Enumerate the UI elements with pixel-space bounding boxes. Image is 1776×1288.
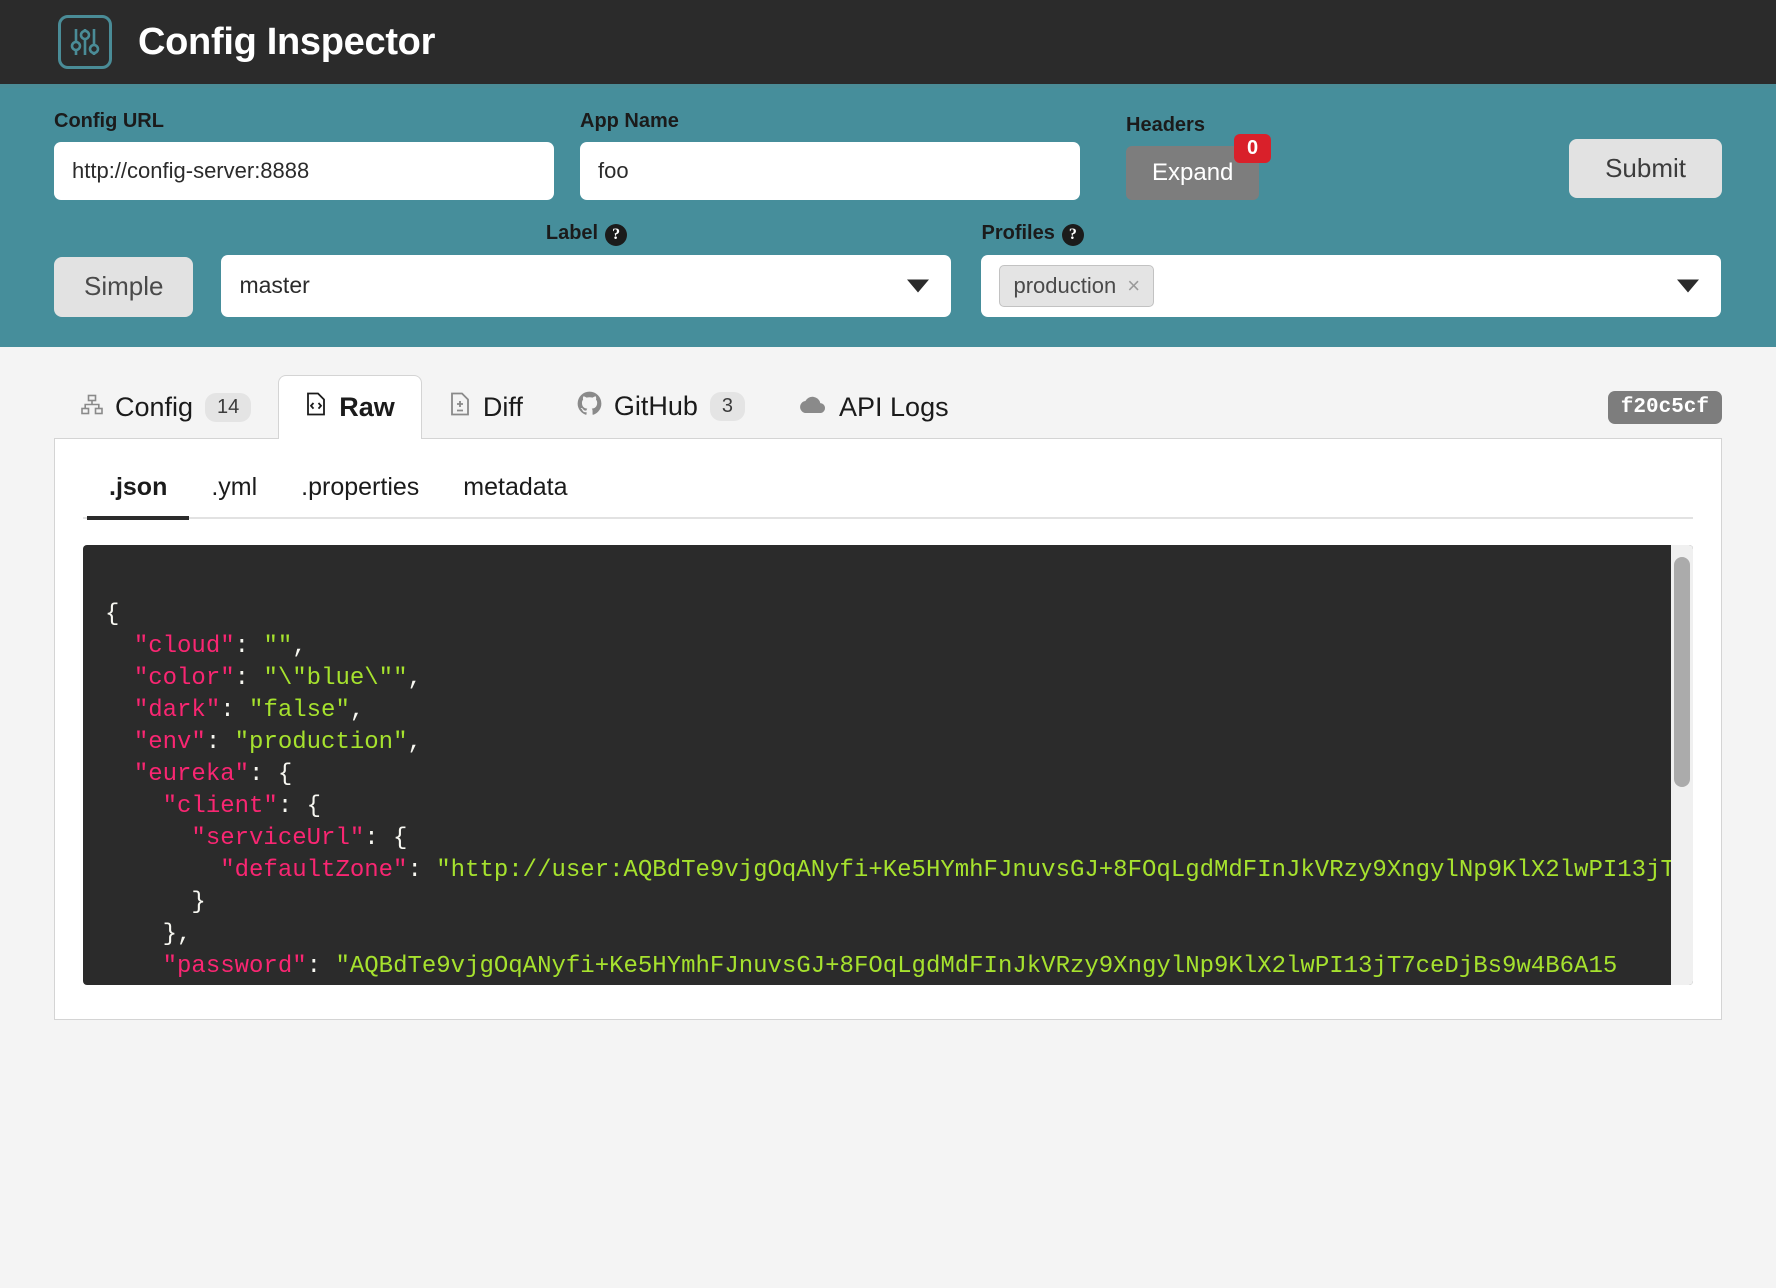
tab-config-label: Config [115,392,193,423]
form-row-primary: Config URL App Name Headers 0 Expand Sub… [0,110,1776,200]
code-viewer: { "cloud": "", "color": "\"blue\"", "dar… [83,545,1693,985]
subtab-metadata[interactable]: metadata [441,465,589,520]
app-name-label: App Name [580,110,1080,133]
config-url-input[interactable] [54,142,554,200]
github-icon [577,391,602,423]
label-help-icon[interactable]: ? [605,224,627,246]
tab-github[interactable]: GitHub 3 [550,374,772,439]
label-group: Label? master [221,222,951,317]
sliders-icon [58,15,112,69]
profile-tag[interactable]: production × [999,265,1154,307]
profiles-select[interactable]: production × [981,255,1721,317]
profiles-group: Profiles? production × [981,222,1721,317]
cloud-icon [799,392,827,423]
tab-diff[interactable]: Diff [422,375,550,439]
app-header: Config Inspector [0,0,1776,88]
app-name-group: App Name [580,110,1080,200]
sitemap-icon [81,392,103,423]
file-diff-icon [449,392,471,423]
profiles-field-label: Profiles [981,222,1054,244]
submit-button[interactable]: Submit [1569,139,1722,198]
close-icon[interactable]: × [1127,273,1140,299]
profile-tag-label: production [1013,273,1116,299]
tab-raw-label: Raw [339,392,395,423]
format-subtab-strip: .json .yml .properties metadata [83,465,1693,519]
code-scrollbar-thumb[interactable] [1674,557,1690,787]
app-title: Config Inspector [138,21,435,64]
code-scrollbar-track[interactable] [1671,545,1693,985]
tab-config[interactable]: Config 14 [54,375,278,439]
tab-area: Config 14 Raw Diff [0,347,1776,439]
tab-raw[interactable]: Raw [278,375,422,439]
config-form-panel: Config URL App Name Headers 0 Expand Sub… [0,88,1776,347]
tab-diff-label: Diff [483,392,523,423]
label-select-value: master [239,272,309,299]
profiles-help-icon[interactable]: ? [1062,224,1084,246]
tab-github-label: GitHub [614,391,698,422]
tab-github-badge: 3 [710,392,745,421]
subtab-properties[interactable]: .properties [279,465,441,520]
subtab-yml[interactable]: .yml [189,465,279,520]
headers-count-badge: 0 [1234,134,1271,163]
tab-api-logs-label: API Logs [839,392,949,423]
tab-strip: Config 14 Raw Diff [54,373,1722,439]
simple-mode-button[interactable]: Simple [54,257,193,317]
headers-group: Headers 0 Expand [1126,114,1259,200]
label-field-label: Label [546,222,598,244]
app-name-input[interactable] [580,142,1080,200]
form-row-secondary: Simple Label? master Profiles? productio… [0,222,1776,317]
tab-config-badge: 14 [205,393,251,422]
code-content: { "cloud": "", "color": "\"blue\"", "dar… [83,569,1693,985]
code-file-icon [305,392,327,423]
raw-panel: .json .yml .properties metadata { "cloud… [54,439,1722,1020]
subtab-json[interactable]: .json [87,465,189,520]
tab-api-logs[interactable]: API Logs [772,375,976,439]
label-select[interactable]: master [221,255,951,317]
config-url-group: Config URL [54,110,554,200]
config-url-label: Config URL [54,110,554,133]
